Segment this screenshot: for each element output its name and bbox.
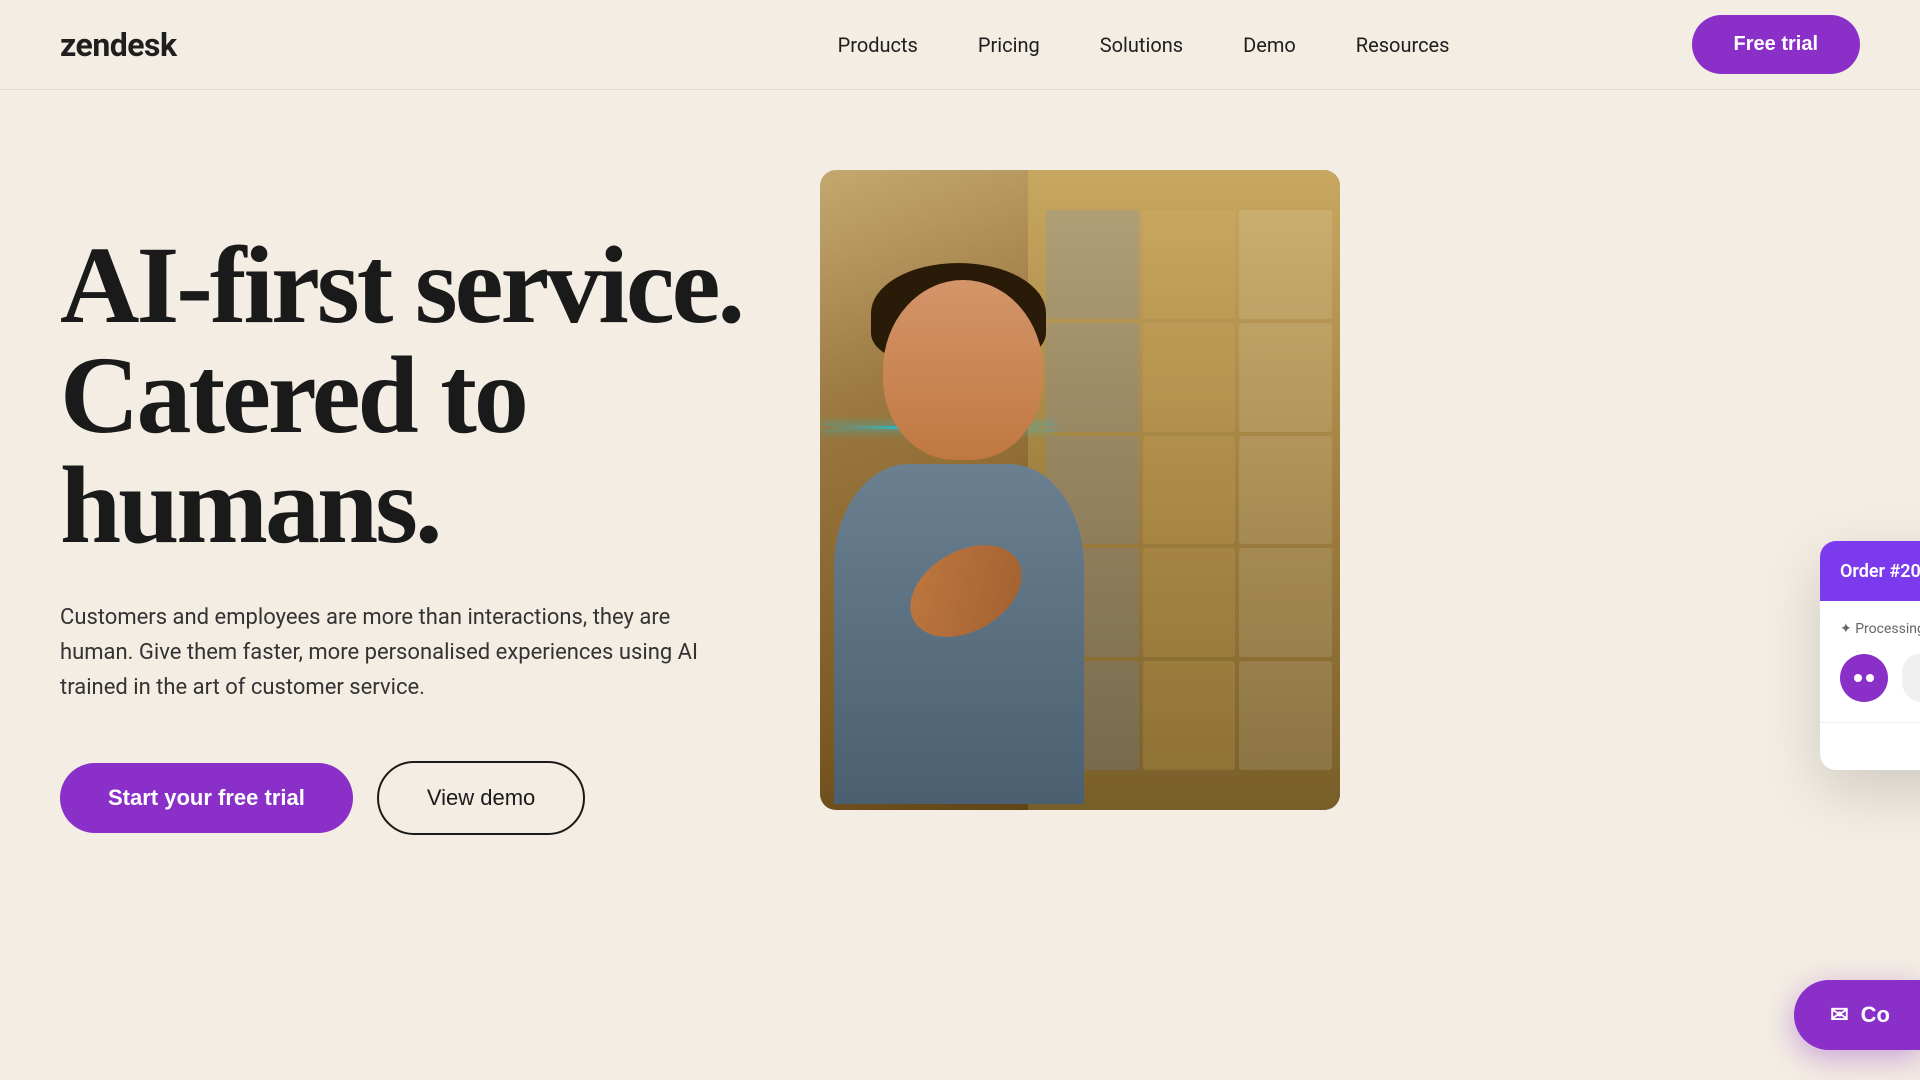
shelf-cell (1143, 548, 1236, 657)
nav-products[interactable]: Products (838, 33, 918, 57)
dot (1854, 674, 1862, 682)
message-row: Your new kicks are on the way! (1840, 653, 1920, 702)
hero-section: AI-first service. Catered to humans. Cus… (0, 90, 1920, 1080)
nav-pricing[interactable]: Pricing (978, 33, 1040, 57)
hero-title-line3: humans. (60, 444, 439, 566)
free-trial-button[interactable]: Free trial (1692, 15, 1860, 74)
hero-title-line1: AI-first service. (60, 224, 742, 346)
view-demo-button[interactable]: View demo (377, 761, 585, 835)
dot (1866, 674, 1874, 682)
order-label: Order #201988 (1840, 561, 1920, 582)
header: zendesk Products Pricing Solutions Demo … (0, 0, 1920, 90)
avatar-dots (1854, 674, 1874, 682)
message-bubble: Your new kicks are on the way! (1902, 653, 1920, 702)
hero-subtitle: Customers and employees are more than in… (60, 600, 700, 706)
bot-avatar (1840, 654, 1888, 702)
logo[interactable]: zendesk (60, 26, 177, 64)
ai-card-header: Order #201988 AI ✦ (1820, 541, 1920, 601)
hero-title-line2: Catered to (60, 334, 526, 456)
nav-solutions[interactable]: Solutions (1100, 33, 1183, 57)
ai-card-footer: POWERED BY ZENDESK AI (1820, 722, 1920, 770)
contact-label: Co (1861, 1002, 1890, 1028)
processing-text: ✦ Processing exchange (1840, 621, 1920, 637)
shelf-cell (1143, 661, 1236, 770)
mail-icon: ✉ (1830, 1002, 1848, 1028)
main-nav: Products Pricing Solutions Demo Resource… (838, 33, 1450, 57)
ai-card-body: ✦ Processing exchange Your new kicks are… (1820, 601, 1920, 722)
hero-right: Order #201988 AI ✦ ✦ Processing exchange… (820, 170, 1860, 810)
hero-image (820, 170, 1340, 810)
nav-demo[interactable]: Demo (1243, 33, 1296, 57)
hero-title: AI-first service. Catered to humans. (60, 230, 760, 560)
start-free-trial-button[interactable]: Start your free trial (60, 763, 353, 833)
hero-buttons: Start your free trial View demo (60, 761, 760, 835)
ai-chat-card: Order #201988 AI ✦ ✦ Processing exchange… (1820, 541, 1920, 770)
shelf-cell (1239, 548, 1332, 657)
shelf-cell (1143, 436, 1236, 545)
contact-button[interactable]: ✉ Co (1794, 980, 1920, 1050)
person-figure (820, 234, 1106, 810)
shelf-cell (1239, 661, 1332, 770)
processing-label: ✦ Processing exchange (1840, 621, 1920, 637)
shelf-cell (1143, 323, 1236, 432)
shelf-cell (1143, 210, 1236, 319)
nav-resources[interactable]: Resources (1356, 33, 1450, 57)
figure-head (883, 280, 1043, 460)
shelf-cell (1239, 323, 1332, 432)
shelf-cell (1239, 436, 1332, 545)
hero-left: AI-first service. Catered to humans. Cus… (60, 170, 760, 835)
shelf-cell (1239, 210, 1332, 319)
